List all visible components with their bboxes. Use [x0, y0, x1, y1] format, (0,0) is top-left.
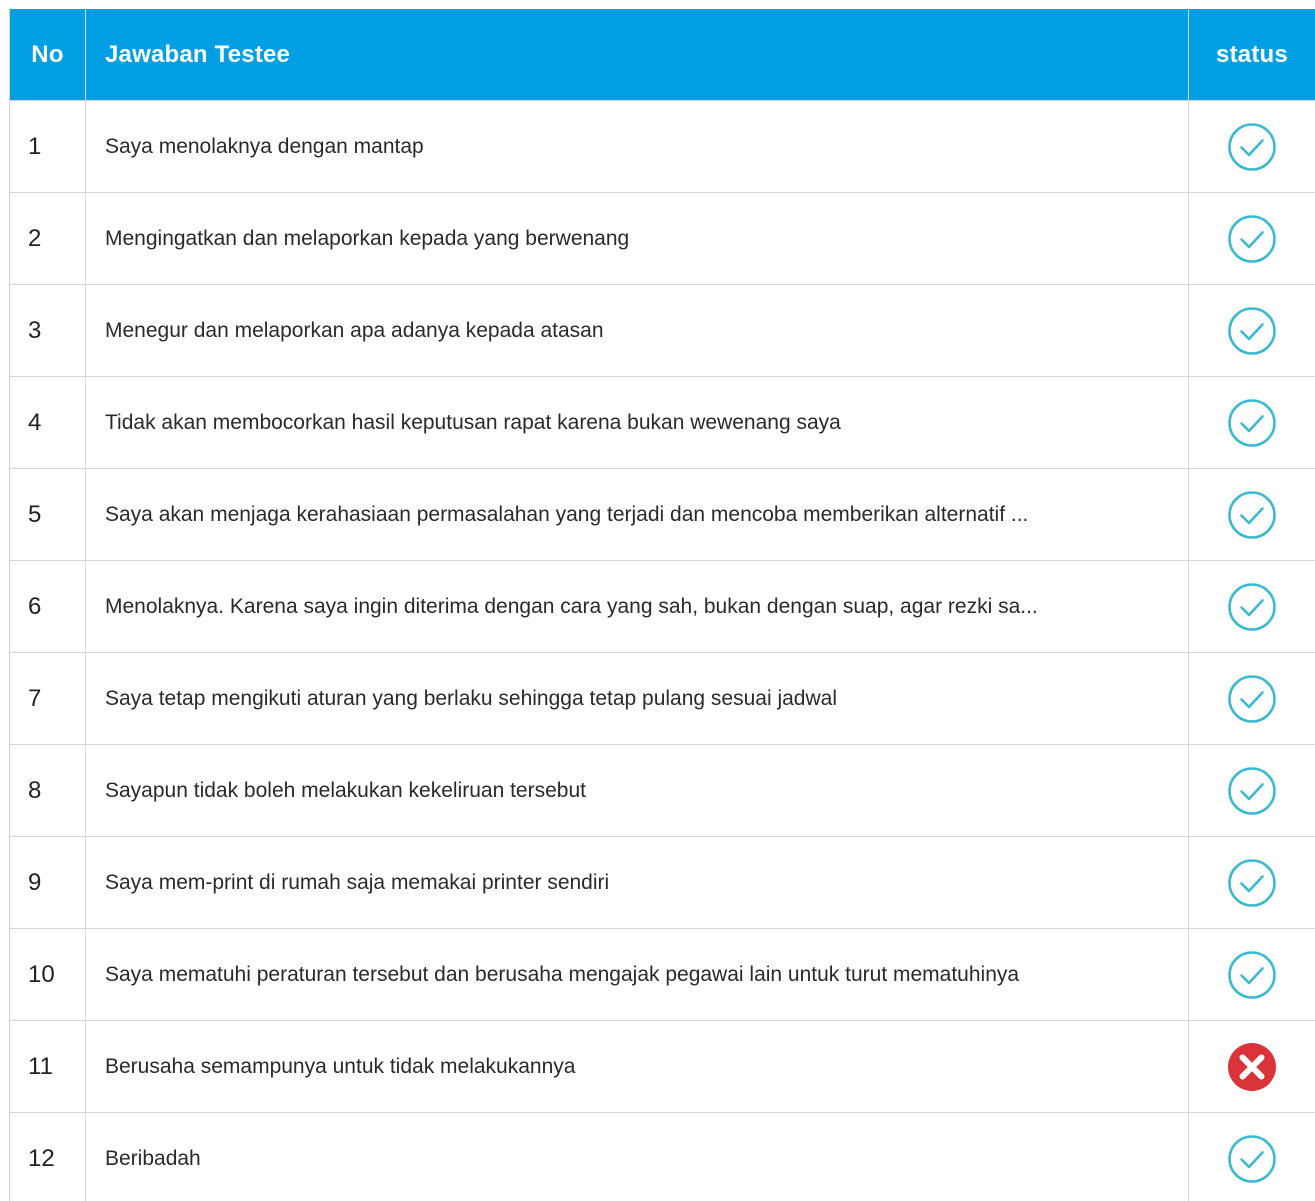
table-row: 12 Beribadah [9, 1112, 1315, 1201]
check-circle-icon [1227, 858, 1277, 908]
row-number: 9 [9, 836, 86, 929]
check-circle-icon [1227, 122, 1277, 172]
row-answer: Saya menolaknya dengan mantap [85, 100, 1189, 193]
row-number: 4 [9, 376, 86, 469]
row-status [1188, 192, 1315, 285]
row-answer: Menolaknya. Karena saya ingin diterima d… [85, 560, 1189, 653]
check-circle-icon [1227, 1134, 1277, 1184]
answer-table-container: No Jawaban Testee status 1 Saya menolakny… [9, 9, 1315, 1201]
table-row: 1 Saya menolaknya dengan mantap [9, 100, 1315, 193]
check-circle-icon [1227, 306, 1277, 356]
table-body: 1 Saya menolaknya dengan mantap 2 Mengingat… [9, 100, 1315, 1201]
column-header-status: status [1188, 9, 1315, 101]
row-number: 2 [9, 192, 86, 285]
row-status [1188, 468, 1315, 561]
row-number: 6 [9, 560, 86, 653]
table-row: 6 Menolaknya. Karena saya ingin diterima … [9, 560, 1315, 653]
row-answer: Beribadah [85, 1112, 1189, 1201]
check-circle-icon [1227, 214, 1277, 264]
table-header: No Jawaban Testee status [9, 9, 1315, 101]
row-answer: Saya mem-print di rumah saja memakai pri… [85, 836, 1189, 929]
row-status [1188, 928, 1315, 1021]
table-row: 11 Berusaha semampunya untuk tidak melaku… [9, 1020, 1315, 1113]
column-header-answer: Jawaban Testee [85, 9, 1189, 101]
row-answer: Berusaha semampunya untuk tidak melakuka… [85, 1020, 1189, 1113]
table-row: 3 Menegur dan melaporkan apa adanya kepad… [9, 284, 1315, 377]
table-row: 4 Tidak akan membocorkan hasil keputusan … [9, 376, 1315, 469]
column-header-no: No [9, 9, 86, 101]
row-answer: Tidak akan membocorkan hasil keputusan r… [85, 376, 1189, 469]
table-row: 5 Saya akan menjaga kerahasiaan permasala… [9, 468, 1315, 561]
row-number: 8 [9, 744, 86, 837]
row-status [1188, 376, 1315, 469]
check-circle-icon [1227, 582, 1277, 632]
row-status [1188, 652, 1315, 745]
row-answer: Saya akan menjaga kerahasiaan permasalah… [85, 468, 1189, 561]
answer-table: No Jawaban Testee status 1 Saya menolakny… [9, 9, 1315, 1201]
row-status [1188, 284, 1315, 377]
check-circle-icon [1227, 674, 1277, 724]
row-answer: Mengingatkan dan melaporkan kepada yang … [85, 192, 1189, 285]
check-circle-icon [1227, 398, 1277, 448]
row-number: 3 [9, 284, 86, 377]
row-answer: Saya mematuhi peraturan tersebut dan ber… [85, 928, 1189, 1021]
row-number: 5 [9, 468, 86, 561]
check-circle-icon [1227, 950, 1277, 1000]
header-row: No Jawaban Testee status [9, 9, 1315, 101]
row-status [1188, 1020, 1315, 1113]
table-row: 9 Saya mem-print di rumah saja memakai pr… [9, 836, 1315, 929]
x-circle-icon [1227, 1042, 1277, 1092]
table-row: 8 Sayapun tidak boleh melakukan kekelirua… [9, 744, 1315, 837]
row-status [1188, 560, 1315, 653]
row-number: 7 [9, 652, 86, 745]
row-number: 12 [9, 1112, 86, 1201]
row-status [1188, 836, 1315, 929]
table-row: 10 Saya mematuhi peraturan tersebut dan b… [9, 928, 1315, 1021]
row-status [1188, 1112, 1315, 1201]
table-row: 7 Saya tetap mengikuti aturan yang berlak… [9, 652, 1315, 745]
check-circle-icon [1227, 766, 1277, 816]
row-answer: Saya tetap mengikuti aturan yang berlaku… [85, 652, 1189, 745]
row-status [1188, 100, 1315, 193]
row-status [1188, 744, 1315, 837]
check-circle-icon [1227, 490, 1277, 540]
row-number: 10 [9, 928, 86, 1021]
row-answer: Sayapun tidak boleh melakukan kekeliruan… [85, 744, 1189, 837]
table-row: 2 Mengingatkan dan melaporkan kepada yang… [9, 192, 1315, 285]
row-answer: Menegur dan melaporkan apa adanya kepada… [85, 284, 1189, 377]
row-number: 1 [9, 100, 86, 193]
row-number: 11 [9, 1020, 86, 1113]
